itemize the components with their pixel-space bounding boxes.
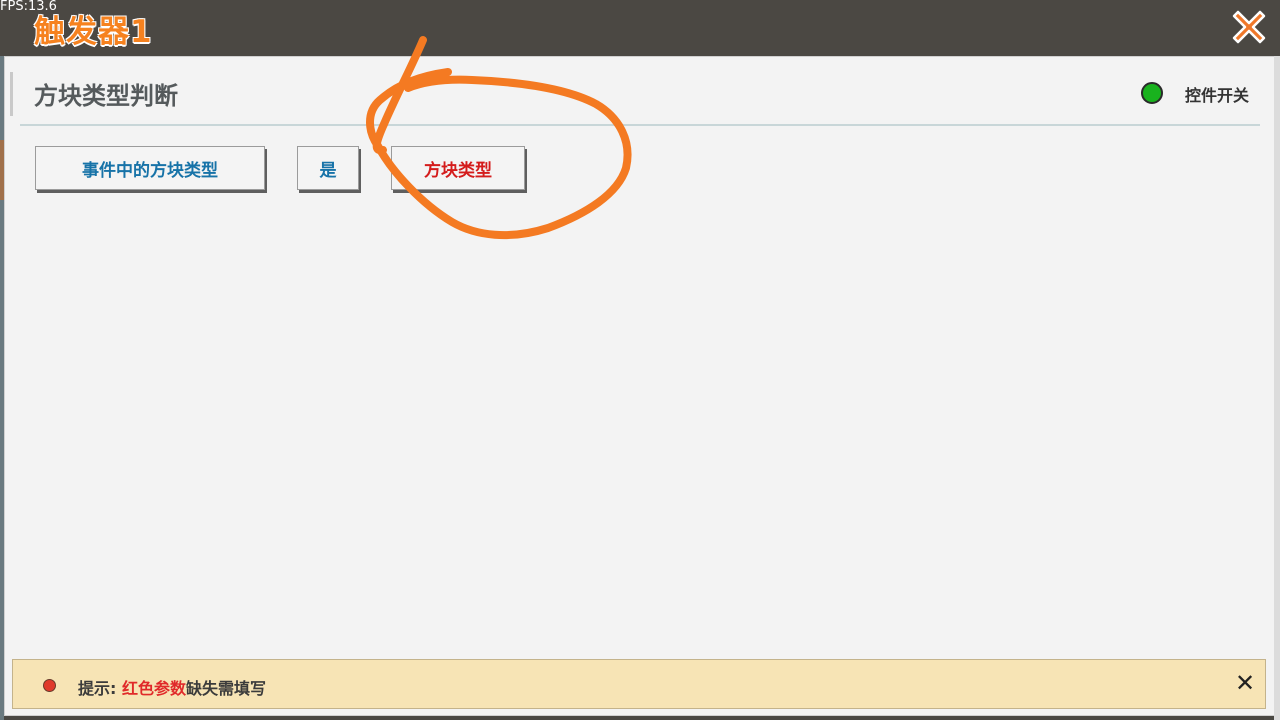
- warning-dot-icon: [43, 679, 56, 692]
- close-icon[interactable]: [1228, 6, 1270, 48]
- control-toggle-label: 控件开关: [1185, 86, 1250, 105]
- hint-close-icon[interactable]: ✕: [1235, 668, 1255, 698]
- window-title: 触发器1: [34, 14, 153, 50]
- hint-text: 提示: 红色参数缺失需填写: [78, 675, 266, 699]
- hint-highlight: 红色参数: [121, 679, 186, 698]
- operator-button[interactable]: 是: [297, 146, 359, 190]
- title-bar: [0, 0, 1280, 56]
- right-operand-button[interactable]: 方块类型: [391, 146, 525, 190]
- panel-scroll-edge: [1274, 56, 1280, 720]
- hint-suffix: 缺失需填写: [186, 679, 267, 698]
- left-operand-button[interactable]: 事件中的方块类型: [35, 146, 265, 190]
- section-divider: [20, 124, 1260, 126]
- section-title: 方块类型判断: [34, 82, 178, 110]
- section-marker: [10, 72, 13, 116]
- hint-bar: 提示: 红色参数缺失需填写 ✕: [12, 659, 1266, 709]
- control-toggle-icon[interactable]: [1141, 82, 1163, 104]
- hint-prefix: 提示:: [78, 679, 122, 698]
